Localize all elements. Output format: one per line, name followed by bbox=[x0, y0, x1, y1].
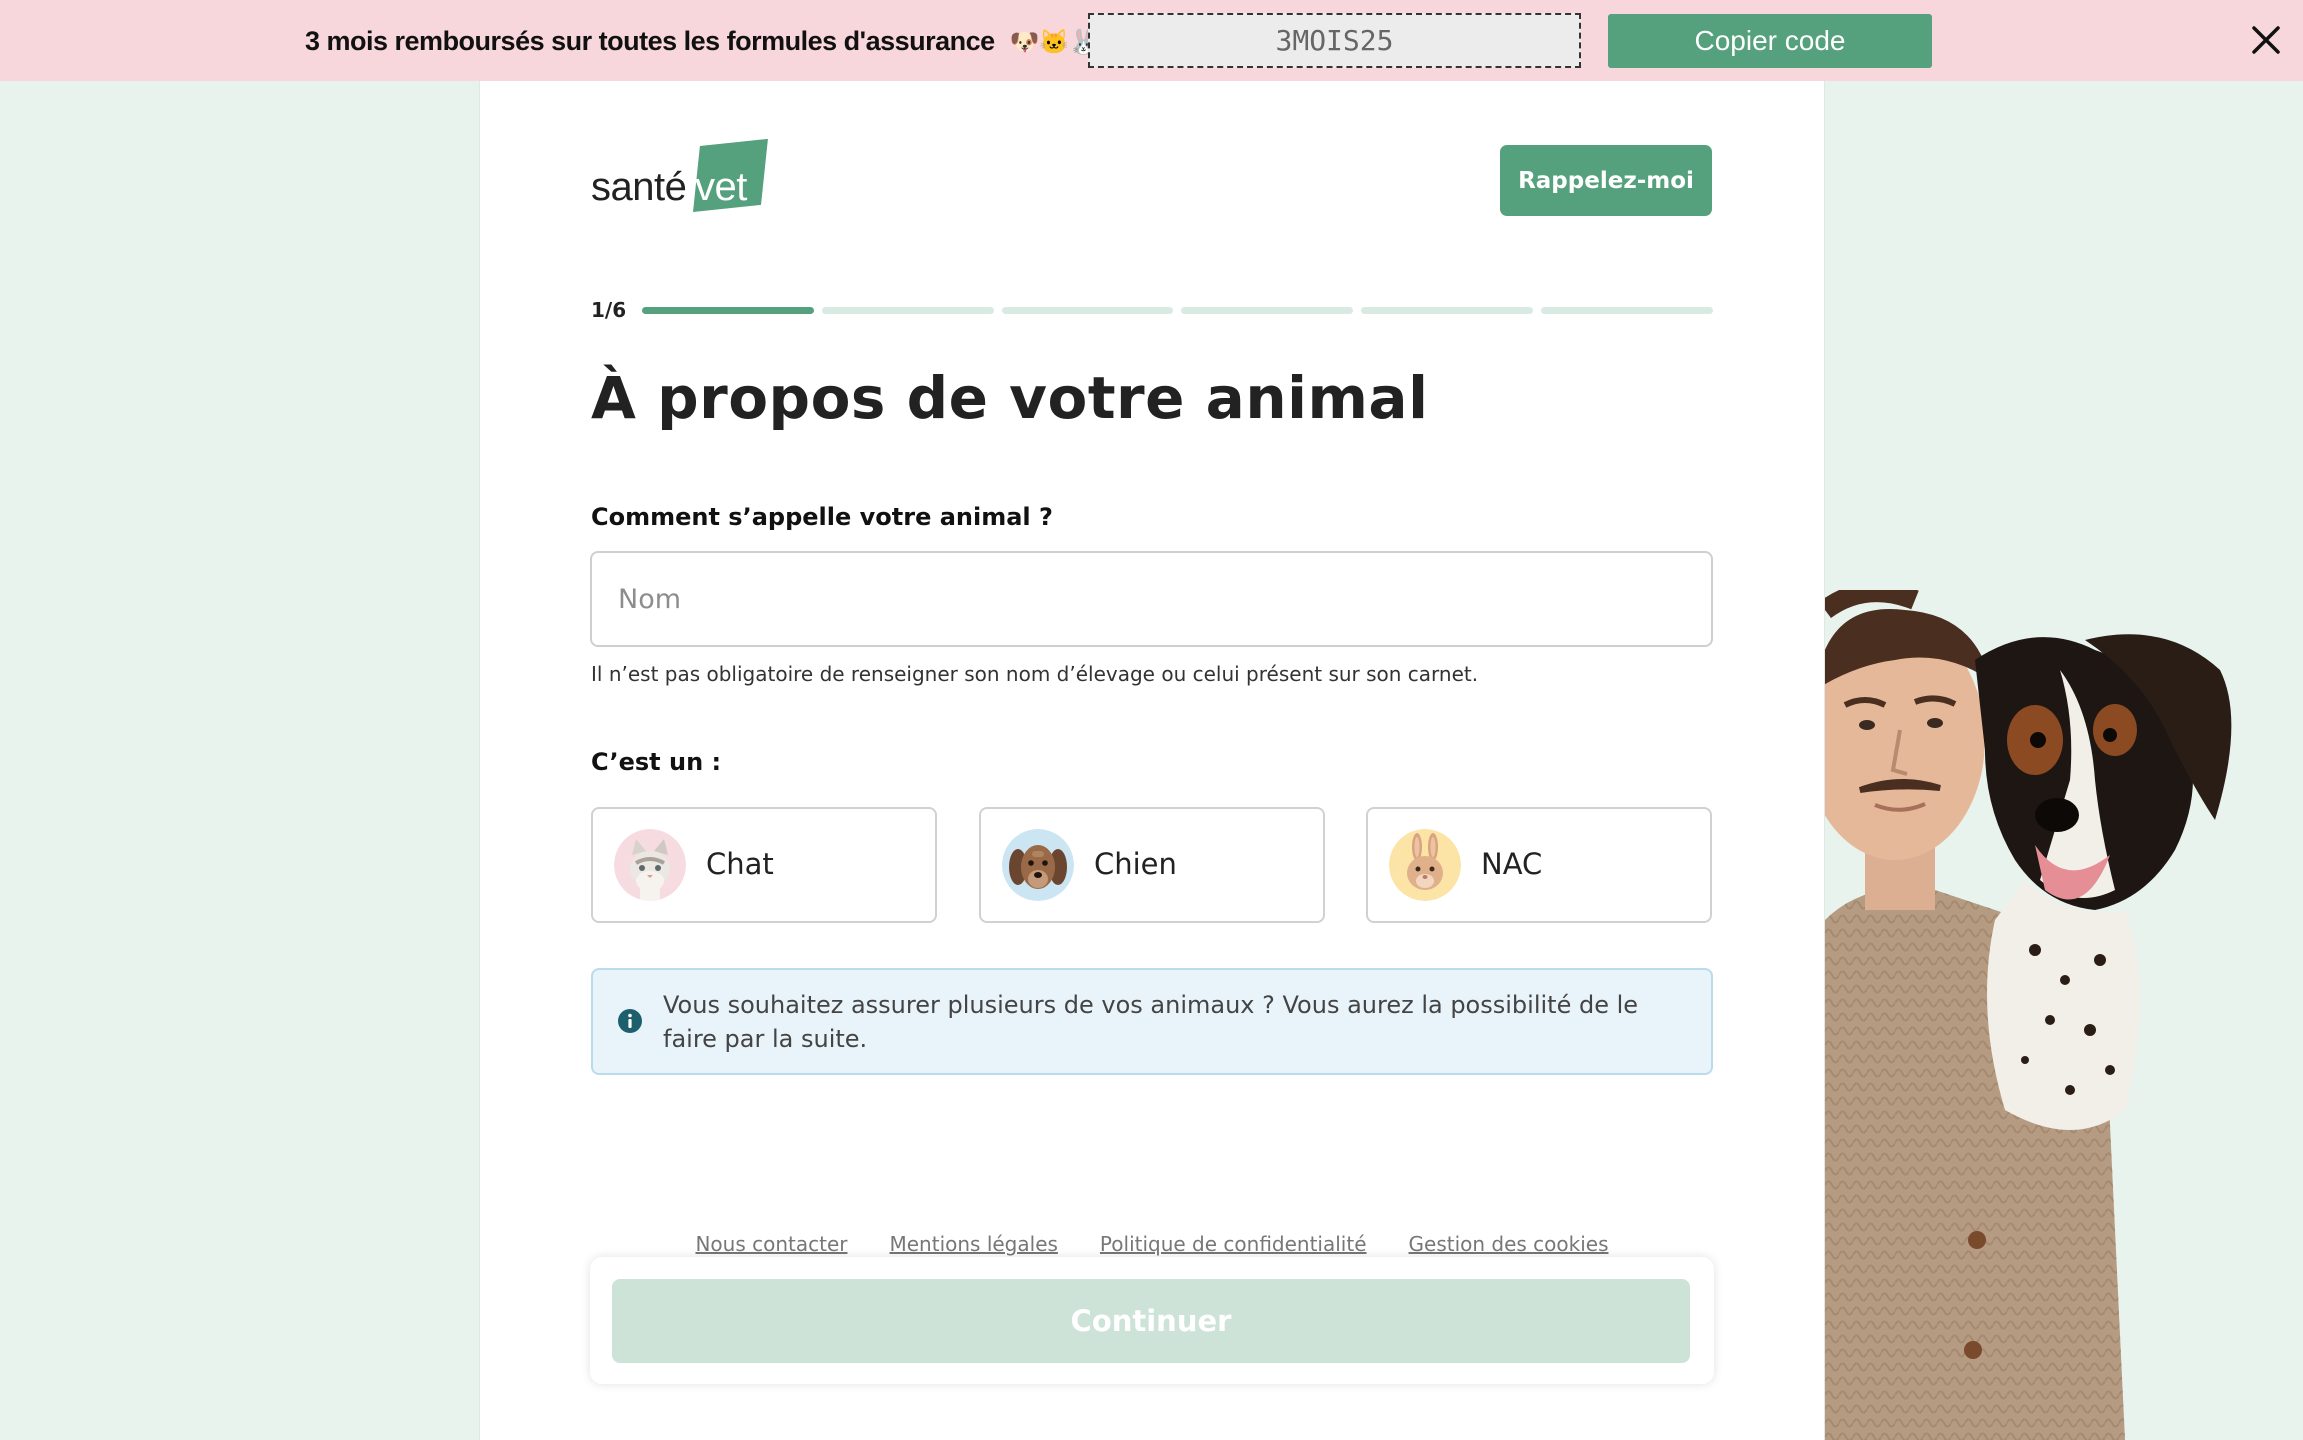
dog-avatar-icon bbox=[1002, 829, 1074, 901]
info-icon bbox=[618, 1009, 642, 1033]
cat-avatar-icon bbox=[614, 829, 686, 901]
progress-bar bbox=[642, 307, 1713, 314]
legal-notice-link[interactable]: Mentions légales bbox=[890, 1232, 1058, 1260]
privacy-policy-link[interactable]: Politique de confidentialité bbox=[1100, 1232, 1367, 1260]
continue-bar: Continuer bbox=[590, 1257, 1714, 1384]
promo-emojis: 🐶🐱🐰 bbox=[1009, 26, 1099, 56]
info-notice: Vous souhaitez assurer plusieurs de vos … bbox=[591, 968, 1713, 1075]
pet-type-label-nac: NAC bbox=[1481, 847, 1543, 881]
info-text: Vous souhaitez assurer plusieurs de vos … bbox=[663, 991, 1639, 1053]
footer-links: Nous contacter Mentions légales Politiqu… bbox=[591, 1232, 1713, 1260]
contact-link[interactable]: Nous contacter bbox=[695, 1232, 847, 1260]
santevet-logo[interactable]: santé vet bbox=[591, 138, 771, 219]
pet-name-label: Comment s’appelle votre animal ? bbox=[591, 503, 1053, 531]
dog-emoji-icon: 🐶 bbox=[1009, 29, 1040, 56]
logo-vet-text: vet bbox=[695, 165, 747, 209]
pet-name-hint: Il n’est pas obligatoire de renseigner s… bbox=[591, 662, 1479, 686]
progress-segment bbox=[1541, 307, 1713, 314]
hero-image bbox=[1825, 590, 2303, 1440]
copy-code-button[interactable]: Copier code bbox=[1608, 14, 1932, 68]
progress-segment bbox=[642, 307, 814, 314]
progress-segment bbox=[1181, 307, 1354, 314]
page-title: À propos de votre animal bbox=[591, 364, 1429, 432]
callback-button[interactable]: Rappelez-moi bbox=[1500, 145, 1712, 216]
continue-button[interactable]: Continuer bbox=[612, 1279, 1690, 1363]
pet-name-input[interactable] bbox=[590, 551, 1713, 647]
cookie-settings-link[interactable]: Gestion des cookies bbox=[1409, 1232, 1609, 1260]
logo-sante-text: santé bbox=[591, 165, 687, 209]
promo-message: 3 mois remboursés sur toutes les formule… bbox=[305, 26, 995, 56]
promo-code-field[interactable]: 3MOIS25 bbox=[1088, 13, 1581, 68]
progress-segment bbox=[1361, 307, 1534, 314]
step-counter: 1/6 bbox=[591, 298, 627, 322]
man-with-dog-illustration bbox=[1825, 590, 2232, 1440]
promo-text: 3 mois remboursés sur toutes les formule… bbox=[305, 20, 1098, 62]
pet-type-option-chien[interactable]: Chien bbox=[979, 807, 1325, 923]
progress-segment bbox=[1001, 307, 1174, 314]
pet-type-label: C’est un : bbox=[591, 748, 722, 776]
close-banner-button[interactable] bbox=[2246, 20, 2286, 60]
cat-emoji-icon: 🐱 bbox=[1039, 29, 1069, 56]
close-icon bbox=[2252, 26, 2280, 54]
pet-type-option-chat[interactable]: Chat bbox=[591, 807, 937, 923]
rabbit-avatar-icon bbox=[1389, 829, 1461, 901]
progress-segment bbox=[821, 307, 994, 314]
pet-type-label-chat: Chat bbox=[706, 847, 774, 881]
promo-banner: 3 mois remboursés sur toutes les formule… bbox=[0, 0, 2303, 81]
pet-type-option-nac[interactable]: NAC bbox=[1366, 807, 1712, 923]
pet-type-label-chien: Chien bbox=[1094, 847, 1177, 881]
